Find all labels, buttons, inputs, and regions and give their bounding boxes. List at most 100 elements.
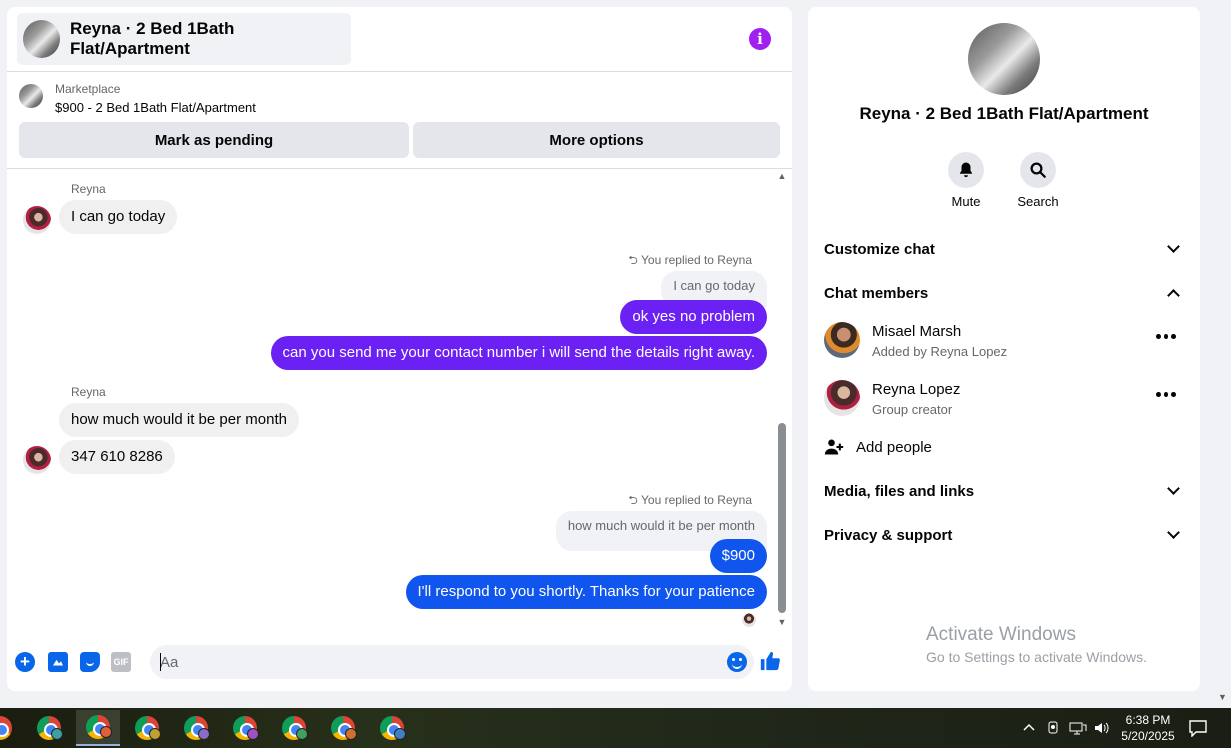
member-row[interactable]: Misael Marsh Added by Reyna Lopez [824, 316, 1184, 366]
member-role: Group creator [872, 402, 953, 417]
network-icon[interactable] [1069, 708, 1087, 748]
details-title: Reyna · 2 Bed 1Bath Flat/Apartment [859, 104, 1149, 123]
reply-note: ⮌ You replied to Reyna [628, 251, 752, 272]
scroll-up-arrow-icon[interactable]: ▲ [776, 171, 788, 181]
taskbar-chrome-app[interactable] [0, 710, 22, 746]
more-options-icon[interactable] [1156, 334, 1177, 340]
conversation-title: Reyna · 2 Bed 1Bath Flat/Apartment [69, 19, 235, 58]
customize-chat-section[interactable]: Customize chat [824, 229, 1184, 269]
chevron-down-icon [1167, 526, 1180, 539]
clock-date: 5/20/2025 [1121, 729, 1175, 743]
plus-icon[interactable]: + [15, 652, 35, 672]
thumbs-up-icon[interactable] [759, 650, 781, 672]
reply-note-text: You replied to Reyna [641, 253, 752, 267]
taskbar-chrome-app[interactable] [223, 710, 267, 746]
chat-header: Reyna · 2 Bed 1Bath Flat/Apartment i [7, 7, 792, 72]
more-options-button[interactable]: More options [413, 122, 780, 158]
outgoing-message[interactable]: can you send me your contact number i wi… [270, 336, 767, 370]
search-icon [1020, 152, 1056, 188]
media-files-links-label: Media, files and links [824, 482, 975, 500]
mute-label: Mute [951, 194, 981, 209]
taskbar-chrome-app[interactable] [27, 710, 71, 746]
chevron-down-icon [1167, 482, 1180, 495]
reply-note: ⮌ You replied to Reyna [628, 491, 752, 512]
show-hidden-icons-icon[interactable] [1022, 708, 1036, 748]
taskbar-chrome-app[interactable] [125, 710, 169, 746]
composer: + GIF [7, 643, 792, 683]
taskbar-chrome-app-active[interactable] [76, 710, 120, 746]
chevron-up-icon [1167, 289, 1180, 302]
incoming-message[interactable]: how much would it be per month [59, 403, 299, 437]
conversation-photo[interactable] [968, 23, 1040, 95]
conversation-title-button[interactable]: Reyna · 2 Bed 1Bath Flat/Apartment [17, 13, 351, 65]
chrome-icon [0, 716, 12, 740]
taskbar-chrome-app[interactable] [370, 710, 414, 746]
chat-members-label: Chat members [824, 284, 929, 302]
member-name: Misael Marsh [872, 323, 962, 340]
mute-button[interactable]: Mute [936, 152, 996, 209]
add-person-icon [824, 439, 844, 455]
add-people-button[interactable]: Add people [824, 433, 932, 461]
activate-windows-watermark: Activate Windows Go to Settings to activ… [926, 624, 1147, 665]
member-avatar [824, 322, 860, 358]
chevron-down-icon [1167, 240, 1180, 253]
marketplace-listing[interactable]: $900 - 2 Bed 1Bath Flat/Apartment [55, 100, 256, 115]
chat-members-section[interactable]: Chat members [824, 273, 1184, 313]
avatar[interactable] [23, 206, 51, 234]
member-name: Reyna Lopez [872, 381, 961, 398]
taskbar-chrome-app[interactable] [174, 710, 218, 746]
reply-arrow-icon: ⮌ [628, 253, 638, 267]
outgoing-message[interactable]: $900 [709, 539, 767, 573]
sender-name: Reyna [71, 385, 106, 399]
volume-icon[interactable] [1093, 708, 1111, 748]
gif-icon[interactable]: GIF [111, 652, 131, 672]
privacy-support-section[interactable]: Privacy & support [824, 515, 1184, 555]
marketplace-bar: Marketplace $900 - 2 Bed 1Bath Flat/Apar… [7, 72, 792, 169]
message-input-wrapper [150, 645, 754, 679]
scroll-down-arrow-icon[interactable]: ▼ [776, 617, 788, 627]
text-caret [160, 653, 161, 671]
more-options-icon[interactable] [1156, 392, 1177, 398]
sticker-icon[interactable] [80, 652, 100, 672]
notifications-icon[interactable] [1188, 708, 1208, 748]
reply-note-text: You replied to Reyna [641, 493, 752, 507]
marketplace-label: Marketplace [55, 82, 121, 96]
listing-thumbnail [23, 20, 60, 58]
bell-icon [948, 152, 984, 188]
photo-icon[interactable] [48, 652, 68, 672]
seen-indicator-avatar [742, 613, 756, 627]
outgoing-message[interactable]: ok yes no problem [620, 300, 767, 334]
member-row[interactable]: Reyna Lopez Group creator [824, 374, 1184, 424]
media-files-links-section[interactable]: Media, files and links [824, 471, 1184, 511]
emoji-icon[interactable] [727, 652, 747, 672]
reply-arrow-icon: ⮌ [628, 493, 638, 507]
taskbar-chrome-app[interactable] [321, 710, 365, 746]
mark-as-pending-button[interactable]: Mark as pending [19, 122, 409, 158]
add-people-label: Add people [856, 438, 932, 456]
clock-time: 6:38 PM [1125, 713, 1171, 727]
incoming-message[interactable]: 347 610 8286 [59, 440, 175, 474]
incoming-message[interactable]: I can go today [59, 200, 178, 234]
search-button[interactable]: Search [1008, 152, 1068, 209]
member-avatar [824, 380, 860, 416]
chat-panel: Reyna · 2 Bed 1Bath Flat/Apartment i Mar… [7, 7, 792, 691]
search-label: Search [1017, 194, 1059, 209]
windows-taskbar: 6:38 PM 5/20/2025 [0, 708, 1231, 748]
conversation-details-panel: Reyna · 2 Bed 1Bath Flat/Apartment Mute … [808, 7, 1200, 691]
member-role: Added by Reyna Lopez [872, 344, 1008, 359]
watermark-title: Activate Windows [926, 624, 1076, 645]
taskbar-chrome-app[interactable] [272, 710, 316, 746]
message-input[interactable] [160, 645, 710, 679]
sender-name: Reyna [71, 182, 106, 196]
outgoing-message[interactable]: I'll respond to you shortly. Thanks for … [405, 575, 767, 609]
marketplace-thumbnail [19, 84, 43, 108]
info-icon[interactable]: i [749, 28, 771, 50]
customize-chat-label: Customize chat [824, 240, 935, 258]
meet-now-icon[interactable] [1046, 708, 1062, 748]
watermark-subtitle: Go to Settings to activate Windows. [926, 649, 1147, 665]
page-scroll-down-arrow-icon[interactable]: ▼ [1218, 692, 1227, 702]
messages-scrollbar[interactable] [778, 423, 786, 613]
privacy-support-label: Privacy & support [824, 526, 953, 544]
taskbar-clock[interactable]: 6:38 PM 5/20/2025 [1110, 712, 1186, 744]
avatar[interactable] [23, 446, 51, 474]
